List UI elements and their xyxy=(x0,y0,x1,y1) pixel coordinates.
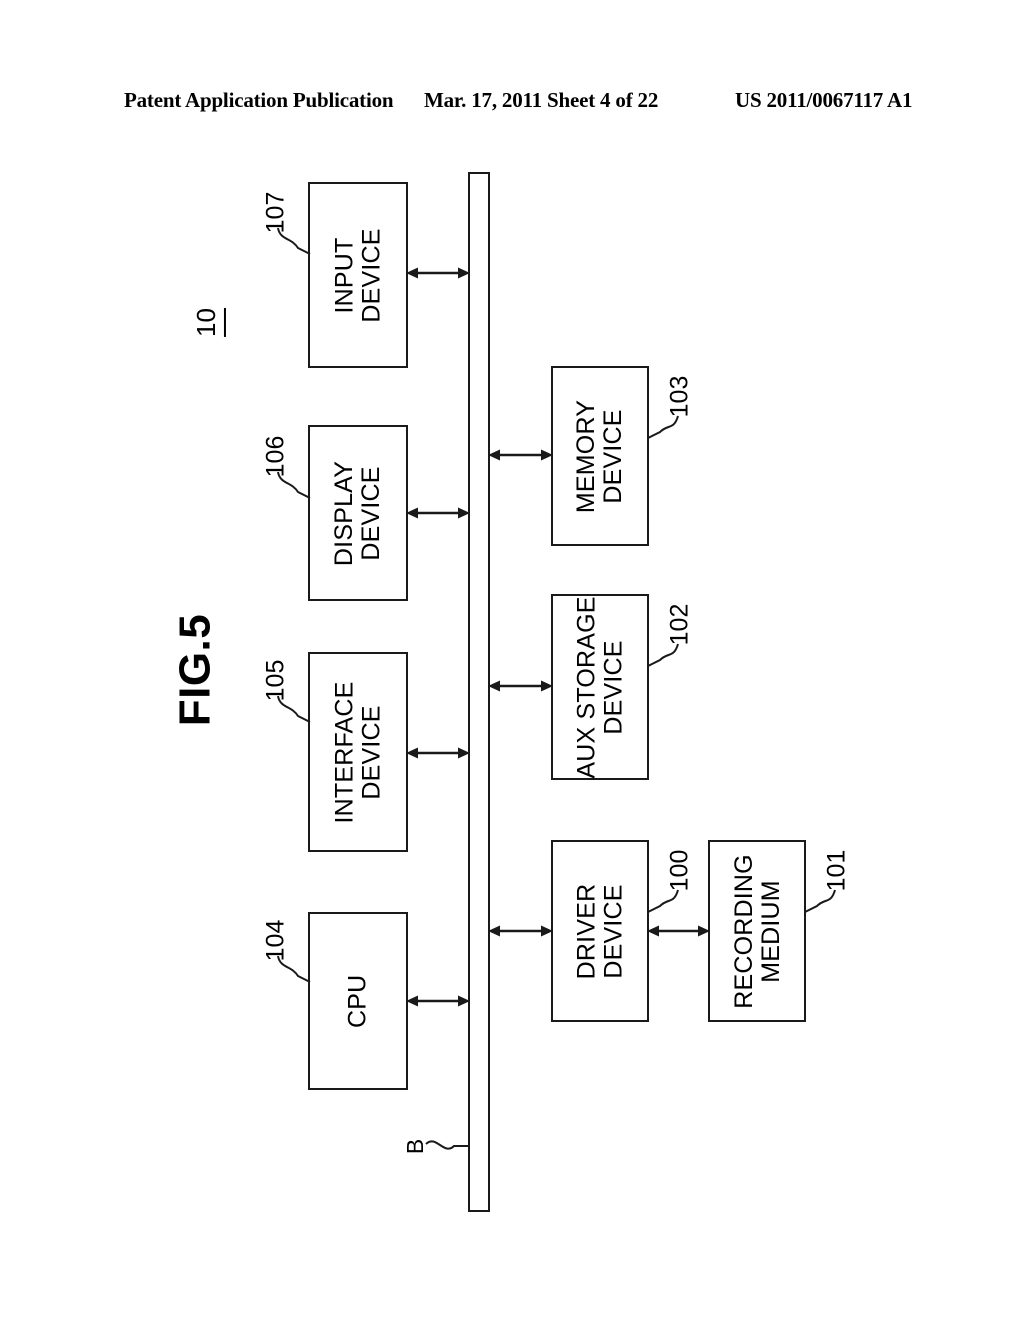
block-memory-device: MEMORY DEVICE xyxy=(551,366,649,546)
block-interface-device-label: INTERFACE DEVICE xyxy=(330,680,386,824)
leader-line-100 xyxy=(644,878,696,918)
leader-line-106 xyxy=(272,468,324,508)
block-aux-storage-device: AUX STORAGE DEVICE xyxy=(551,594,649,780)
figure-title-text: FIG.5 xyxy=(170,613,219,727)
system-reference-text: 10 xyxy=(190,307,226,337)
arrow-bus-to-aux-storage-device xyxy=(488,675,553,697)
leader-line-105 xyxy=(272,692,324,732)
system-reference-numeral: 10 xyxy=(178,292,238,352)
arrow-cpu-to-bus xyxy=(406,990,470,1012)
block-display-device: DISPLAY DEVICE xyxy=(308,425,408,601)
block-cpu-label: CPU xyxy=(343,974,372,1028)
figure-title: FIG.5 xyxy=(145,614,245,727)
block-input-device: INPUT DEVICE xyxy=(308,182,408,368)
block-display-device-label: DISPLAY DEVICE xyxy=(330,460,386,566)
block-recording-medium: RECORDING MEDIUM xyxy=(708,840,806,1022)
arrow-input-device-to-bus xyxy=(406,262,470,284)
arrow-display-device-to-bus xyxy=(406,502,470,524)
leader-line-104 xyxy=(272,952,324,992)
system-bus xyxy=(468,172,490,1212)
figure-5-block-diagram: FIG.5 10 B INPUT DEVICE DISPLAY DEVICE INT… xyxy=(0,0,1024,1320)
leader-line-107 xyxy=(272,224,324,264)
block-driver-device: DRIVER DEVICE xyxy=(551,840,649,1022)
block-aux-storage-device-label: AUX STORAGE DEVICE xyxy=(572,595,628,779)
block-interface-device: INTERFACE DEVICE xyxy=(308,652,408,852)
arrow-bus-to-driver-device xyxy=(488,920,553,942)
bus-leader-line xyxy=(424,1128,470,1164)
leader-line-101 xyxy=(801,878,853,918)
block-recording-medium-label: RECORDING MEDIUM xyxy=(729,853,785,1009)
block-driver-device-label: DRIVER DEVICE xyxy=(572,883,628,979)
block-cpu: CPU xyxy=(308,912,408,1090)
arrow-driver-device-to-recording-medium xyxy=(647,920,710,942)
arrow-bus-to-memory-device xyxy=(488,444,553,466)
arrow-interface-device-to-bus xyxy=(406,742,470,764)
leader-line-103 xyxy=(644,404,696,444)
block-input-device-label: INPUT DEVICE xyxy=(330,227,386,323)
leader-line-102 xyxy=(644,632,696,672)
block-memory-device-label: MEMORY DEVICE xyxy=(572,399,628,513)
